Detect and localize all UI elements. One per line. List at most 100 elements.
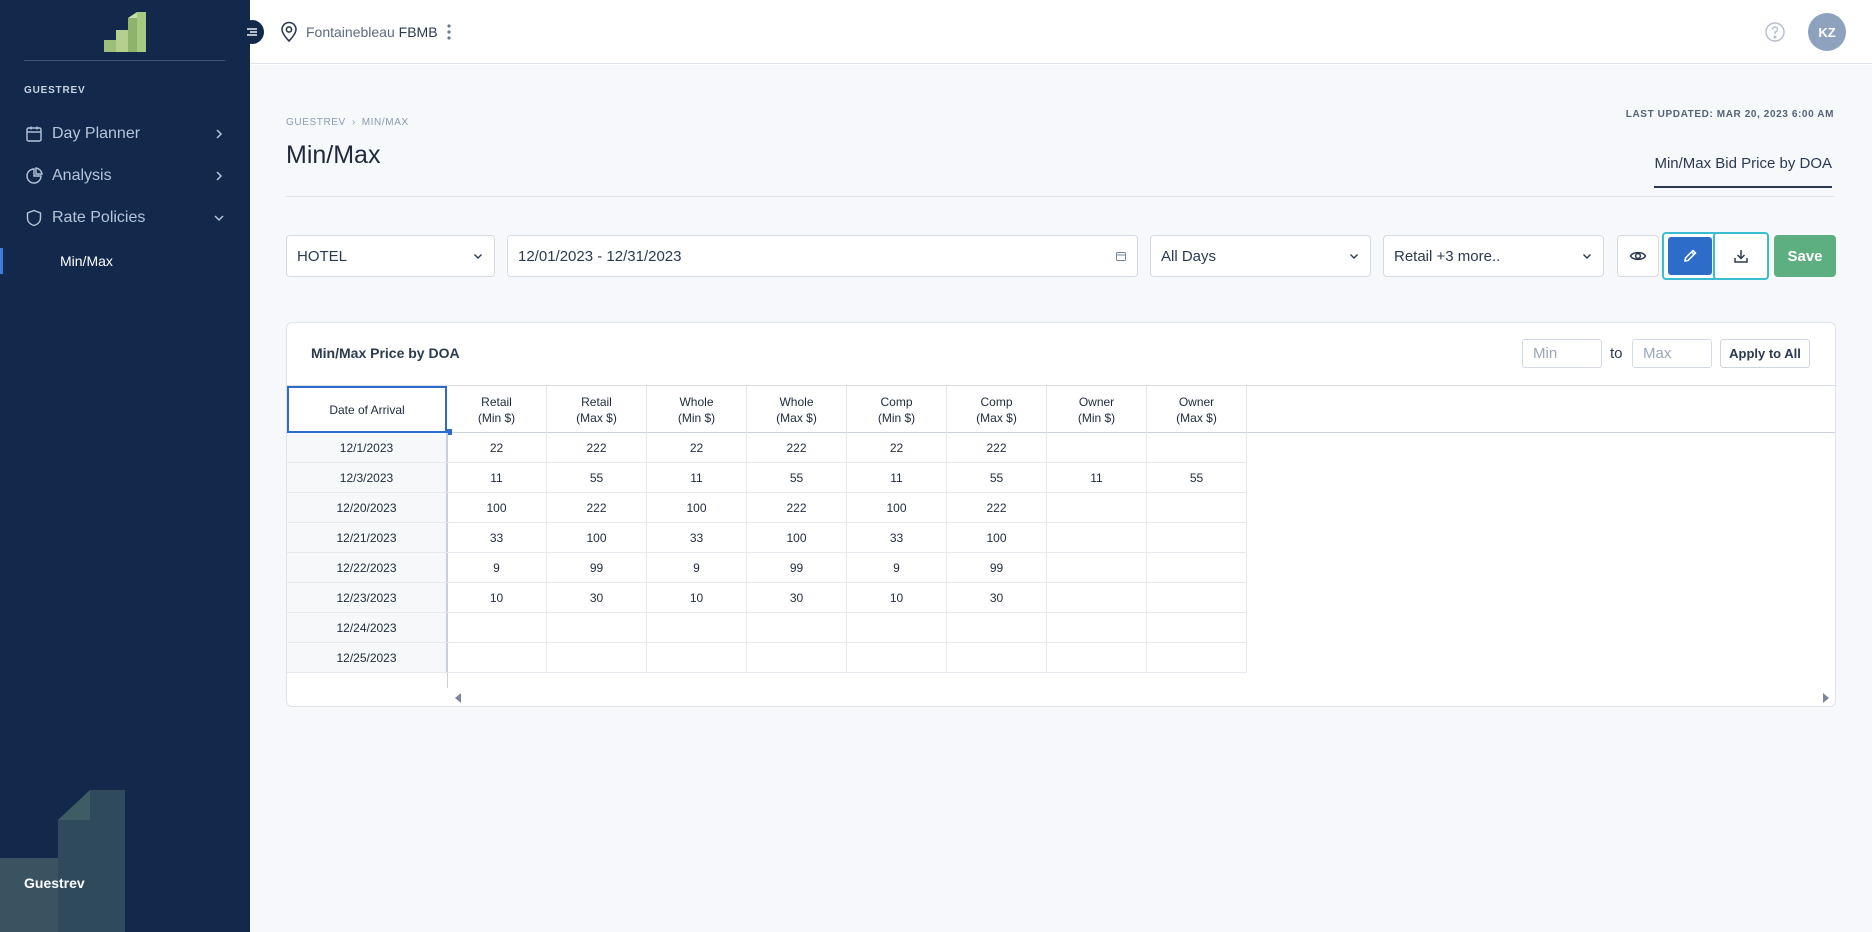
price-cell[interactable]	[447, 643, 547, 673]
price-cell[interactable]	[947, 643, 1047, 673]
price-cell[interactable]: 222	[947, 493, 1047, 523]
price-cell[interactable]: 55	[947, 463, 1047, 493]
price-cell[interactable]	[1047, 583, 1147, 613]
column-header[interactable]: Retail (Min $)	[447, 386, 547, 433]
price-cell[interactable]	[547, 643, 647, 673]
price-cell[interactable]: 33	[447, 523, 547, 553]
price-cell[interactable]	[547, 613, 647, 643]
price-cell[interactable]: 9	[847, 553, 947, 583]
horizontal-scrollbar[interactable]	[447, 689, 1835, 706]
price-cell[interactable]	[447, 613, 547, 643]
user-avatar[interactable]: KZ	[1808, 13, 1846, 51]
price-cell[interactable]	[1047, 613, 1147, 643]
breadcrumb-item-guestrev[interactable]: GUESTREV	[286, 117, 346, 128]
scroll-right-icon[interactable]	[1823, 693, 1829, 703]
column-header[interactable]: Owner (Max $)	[1147, 386, 1247, 433]
property-selector[interactable]: Fontainebleau FBMB	[306, 24, 438, 40]
price-cell[interactable]	[747, 643, 847, 673]
price-cell[interactable]: 22	[647, 433, 747, 463]
min-input[interactable]: Min	[1522, 339, 1602, 368]
header-date-of-arrival[interactable]: Date of Arrival	[287, 386, 447, 433]
price-cell[interactable]: 100	[747, 523, 847, 553]
price-cell[interactable]	[1147, 583, 1247, 613]
price-cell[interactable]: 100	[547, 523, 647, 553]
price-cell[interactable]: 222	[747, 493, 847, 523]
apply-to-all-button[interactable]: Apply to All	[1720, 339, 1810, 368]
sidebar-toggle-button[interactable]	[240, 20, 264, 44]
price-cell[interactable]: 100	[647, 493, 747, 523]
price-cell[interactable]: 222	[747, 433, 847, 463]
price-cell[interactable]: 222	[947, 433, 1047, 463]
date-cell[interactable]: 12/1/2023	[287, 433, 447, 463]
price-cell[interactable]	[847, 643, 947, 673]
price-cell[interactable]: 99	[947, 553, 1047, 583]
sidebar-item-rate-policies[interactable]: Rate Policies	[24, 204, 226, 232]
max-input[interactable]: Max	[1632, 339, 1712, 368]
tab-min-max-bid-price-by-doa[interactable]: Min/Max Bid Price by DOA	[1654, 155, 1832, 188]
price-cell[interactable]	[1047, 643, 1147, 673]
download-button[interactable]	[1713, 232, 1769, 280]
price-cell[interactable]: 33	[847, 523, 947, 553]
price-cell[interactable]: 222	[547, 433, 647, 463]
price-cell[interactable]: 55	[547, 463, 647, 493]
price-cell[interactable]	[1047, 523, 1147, 553]
price-cell[interactable]: 30	[947, 583, 1047, 613]
price-cell[interactable]	[1047, 493, 1147, 523]
price-cell[interactable]: 99	[747, 553, 847, 583]
column-header[interactable]: Comp (Max $)	[947, 386, 1047, 433]
sidebar-subitem-min-max[interactable]: Min/Max	[0, 248, 250, 274]
column-header[interactable]: Retail (Max $)	[547, 386, 647, 433]
price-cell[interactable]	[647, 613, 747, 643]
kebab-menu-icon[interactable]	[444, 22, 454, 42]
price-cell[interactable]: 10	[447, 583, 547, 613]
date-cell[interactable]: 12/20/2023	[287, 493, 447, 523]
property-type-select[interactable]: HOTEL	[286, 235, 495, 277]
price-cell[interactable]	[1147, 613, 1247, 643]
price-cell[interactable]	[1147, 643, 1247, 673]
scroll-left-icon[interactable]	[455, 693, 461, 703]
days-select[interactable]: All Days	[1150, 235, 1371, 277]
column-header[interactable]: Whole (Max $)	[747, 386, 847, 433]
date-cell[interactable]: 12/25/2023	[287, 643, 447, 673]
price-cell[interactable]	[747, 613, 847, 643]
column-header[interactable]: Whole (Min $)	[647, 386, 747, 433]
price-cell[interactable]: 30	[547, 583, 647, 613]
price-cell[interactable]: 22	[447, 433, 547, 463]
price-cell[interactable]: 100	[847, 493, 947, 523]
price-cell[interactable]	[1147, 433, 1247, 463]
column-header[interactable]: Comp (Min $)	[847, 386, 947, 433]
price-cell[interactable]	[647, 643, 747, 673]
save-button[interactable]: Save	[1774, 235, 1836, 277]
price-cell[interactable]	[947, 613, 1047, 643]
sidebar-item-analysis[interactable]: Analysis	[24, 162, 226, 190]
price-cell[interactable]: 55	[747, 463, 847, 493]
price-cell[interactable]: 11	[447, 463, 547, 493]
sidebar-item-day-planner[interactable]: Day Planner	[24, 120, 226, 148]
price-cell[interactable]: 33	[647, 523, 747, 553]
price-cell[interactable]: 10	[847, 583, 947, 613]
edit-button[interactable]	[1662, 232, 1718, 280]
date-cell[interactable]: 12/23/2023	[287, 583, 447, 613]
price-cell[interactable]: 100	[447, 493, 547, 523]
price-cell[interactable]: 9	[647, 553, 747, 583]
price-cell[interactable]	[1147, 553, 1247, 583]
price-cell[interactable]	[1147, 493, 1247, 523]
price-cell[interactable]: 99	[547, 553, 647, 583]
price-cell[interactable]: 22	[847, 433, 947, 463]
date-range-input[interactable]: 12/01/2023 - 12/31/2023	[507, 235, 1138, 277]
price-cell[interactable]: 222	[547, 493, 647, 523]
price-cell[interactable]	[1147, 523, 1247, 553]
view-button[interactable]	[1617, 235, 1659, 277]
help-icon[interactable]	[1764, 21, 1786, 43]
date-cell[interactable]: 12/22/2023	[287, 553, 447, 583]
price-cell[interactable]	[847, 613, 947, 643]
price-cell[interactable]: 30	[747, 583, 847, 613]
date-cell[interactable]: 12/24/2023	[287, 613, 447, 643]
price-cell[interactable]	[1047, 553, 1147, 583]
date-cell[interactable]: 12/21/2023	[287, 523, 447, 553]
price-cell[interactable]: 10	[647, 583, 747, 613]
price-cell[interactable]: 11	[647, 463, 747, 493]
price-cell[interactable]: 11	[1047, 463, 1147, 493]
price-cell[interactable]: 9	[447, 553, 547, 583]
price-cell[interactable]: 55	[1147, 463, 1247, 493]
